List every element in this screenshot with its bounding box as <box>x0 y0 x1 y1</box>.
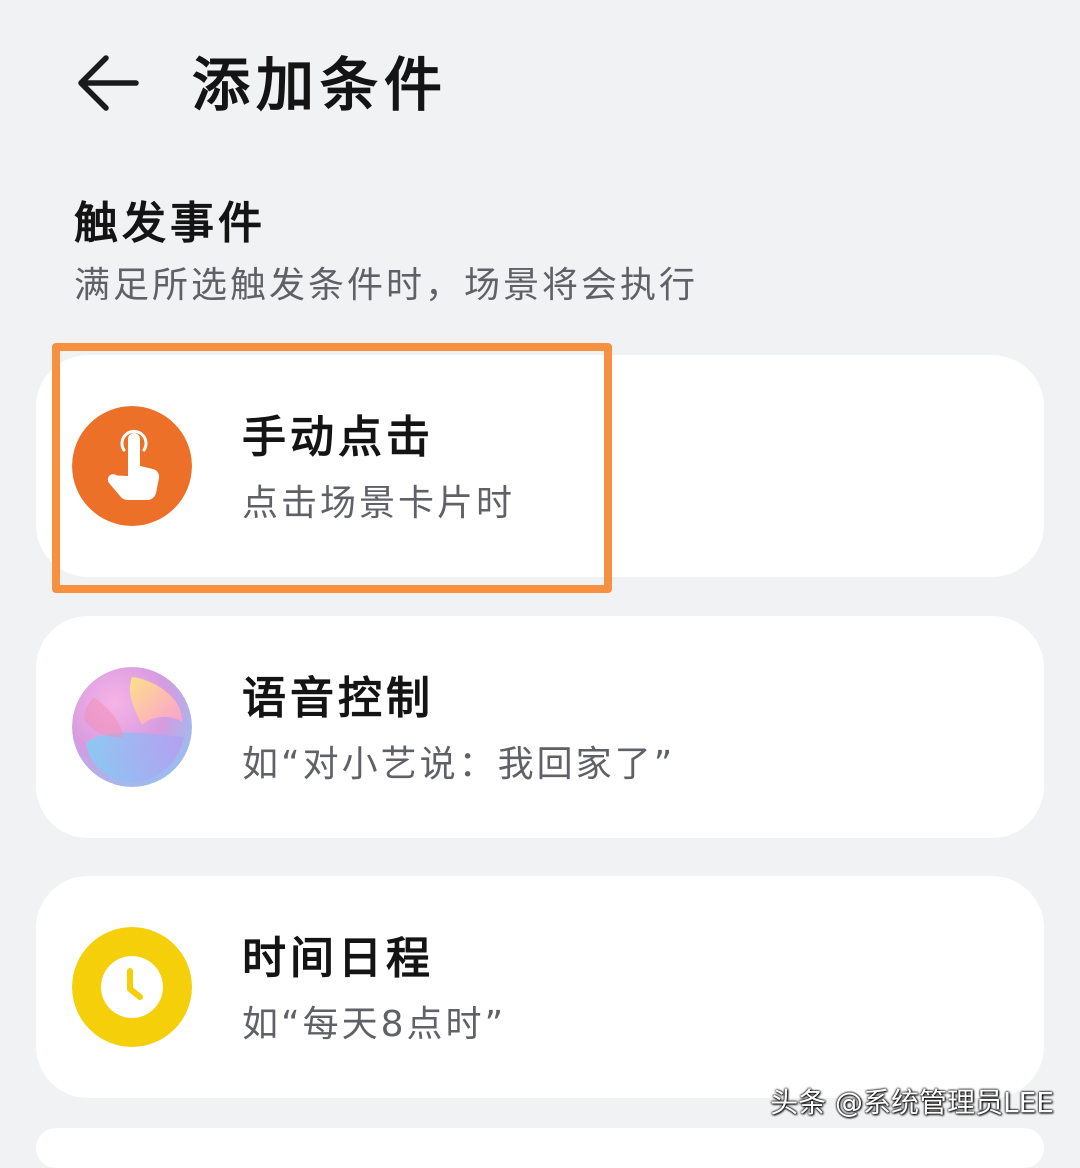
clock-icon <box>72 927 192 1047</box>
card-title: 时间日程 <box>242 933 434 984</box>
manual-tap-card[interactable]: 手动点击 点击场景卡片时 <box>36 355 1044 577</box>
arrow-left-icon <box>78 55 139 111</box>
time-schedule-card[interactable]: 时间日程 如“每天8点时” <box>36 876 1044 1098</box>
section-subtitle: 满足所选触发条件时，场景将会执行 <box>74 265 699 306</box>
card-subtitle: 如“每天8点时” <box>242 1004 507 1045</box>
section-title: 触发事件 <box>74 198 266 249</box>
tap-hand-icon <box>72 406 192 526</box>
back-button[interactable] <box>70 48 146 118</box>
page-title: 添加条件 <box>192 51 449 119</box>
voice-assistant-orb-icon <box>72 667 192 787</box>
header: 添加条件 <box>0 0 1080 170</box>
next-card-partial[interactable] <box>36 1128 1044 1168</box>
card-subtitle: 如“对小艺说：我回家了” <box>242 744 676 785</box>
card-title: 手动点击 <box>242 412 434 463</box>
watermark: 头条 @系统管理员LEE <box>770 1086 1054 1119</box>
card-subtitle: 点击场景卡片时 <box>242 483 516 524</box>
voice-control-card[interactable]: 语音控制 如“对小艺说：我回家了” <box>36 616 1044 838</box>
card-title: 语音控制 <box>242 673 434 724</box>
